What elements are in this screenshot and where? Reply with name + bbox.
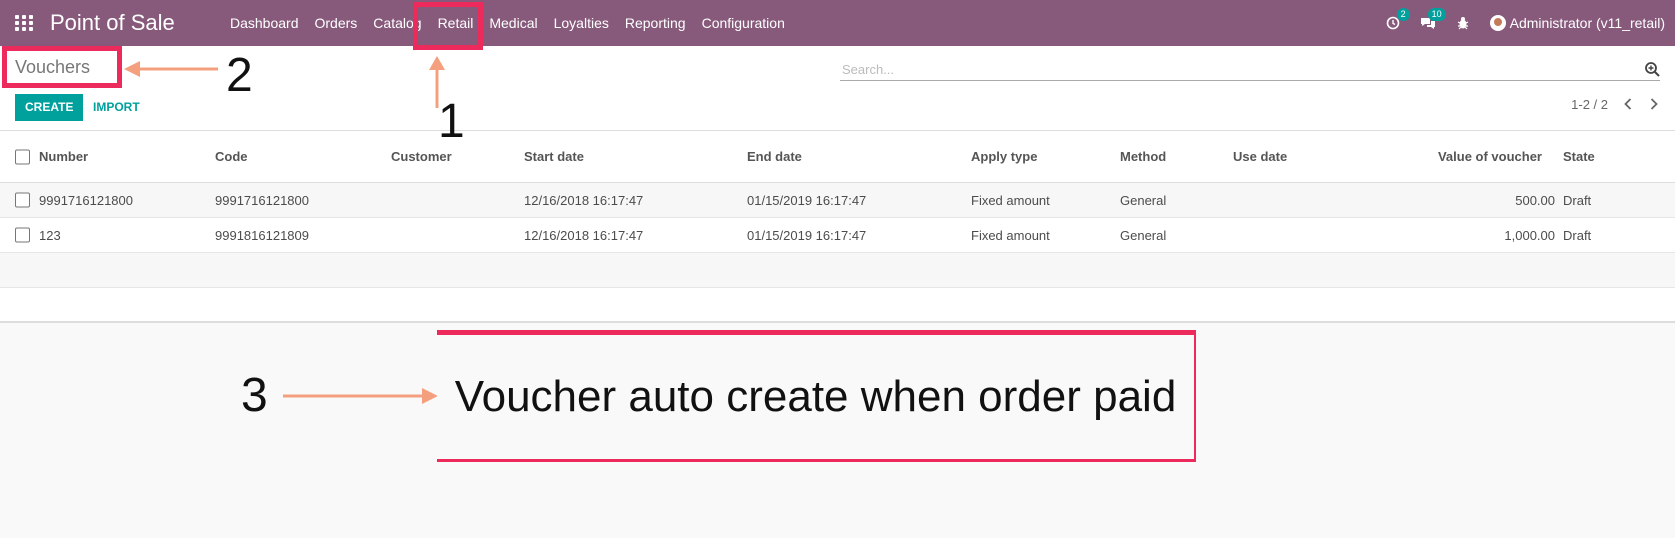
cell-apply-type: Fixed amount [971, 227, 1050, 243]
avatar [1489, 15, 1506, 31]
search-input[interactable] [840, 58, 1624, 80]
import-button[interactable]: IMPORT [84, 94, 149, 121]
col-number[interactable]: Number [39, 131, 88, 182]
cell-end-date: 01/15/2019 16:17:47 [747, 192, 867, 208]
chevron-right-icon [1650, 98, 1658, 110]
menu-dashboard[interactable]: Dashboard [222, 0, 307, 46]
col-code[interactable]: Code [215, 131, 248, 182]
bug-icon [1457, 17, 1468, 30]
vouchers-table: Number Code Customer Start date End date… [0, 131, 1675, 323]
messages-button[interactable]: 10 [1420, 8, 1446, 30]
menu-loyalties[interactable]: Loyalties [546, 0, 617, 46]
menu-configuration[interactable]: Configuration [694, 0, 793, 46]
col-start-date[interactable]: Start date [524, 131, 584, 182]
cell-code: 9991816121809 [215, 227, 309, 243]
col-apply-type[interactable]: Apply type [971, 131, 1037, 182]
table-row[interactable]: 9991716121800 9991716121800 12/16/2018 1… [0, 183, 1675, 218]
row-checkbox[interactable] [15, 192, 30, 208]
select-all-checkbox[interactable] [15, 149, 30, 164]
activity-button[interactable]: 2 [1386, 8, 1410, 30]
chevron-left-icon [1624, 98, 1632, 110]
pager-next-button[interactable] [1648, 96, 1660, 112]
search-icon[interactable] [1644, 61, 1660, 77]
annotation-number-1: 1 [438, 95, 465, 148]
create-button[interactable]: CREATE [15, 94, 84, 121]
col-use-date[interactable]: Use date [1233, 131, 1287, 182]
menu-reporting[interactable]: Reporting [617, 0, 694, 46]
empty-row [0, 288, 1675, 323]
apps-menu-icon[interactable] [15, 15, 33, 31]
messages-count-badge: 10 [1427, 8, 1446, 21]
cell-state: Draft [1563, 192, 1592, 208]
col-state[interactable]: State [1563, 131, 1595, 182]
annotation-retail-highlight [413, 2, 483, 50]
cell-number: 123 [39, 227, 61, 243]
col-value[interactable]: Value of voucher [1380, 131, 1542, 182]
systray: 2 10 Administrator (v11_retail) [1366, 0, 1665, 46]
cell-end-date: 01/15/2019 16:17:47 [747, 227, 867, 243]
annotation-vouchers-highlight [2, 46, 122, 88]
user-menu[interactable]: Administrator (v11_retail) [1489, 15, 1665, 31]
cell-start-date: 12/16/2018 16:17:47 [524, 192, 644, 208]
cell-number: 9991716121800 [39, 192, 133, 208]
cell-code: 9991716121800 [215, 192, 309, 208]
pager-previous-button[interactable] [1622, 96, 1634, 112]
top-navbar: Point of Sale Dashboard Orders Catalog R… [0, 0, 1675, 46]
cell-state: Draft [1563, 227, 1592, 243]
search-box [840, 58, 1660, 81]
col-end-date[interactable]: End date [747, 131, 802, 182]
table-header: Number Code Customer Start date End date… [0, 131, 1675, 183]
annotation-number-3: 3 [241, 369, 268, 422]
menu-orders[interactable]: Orders [307, 0, 366, 46]
debug-button[interactable] [1456, 16, 1470, 30]
cell-apply-type: Fixed amount [971, 192, 1050, 208]
cell-method: General [1120, 192, 1167, 208]
cell-start-date: 12/16/2018 16:17:47 [524, 227, 644, 243]
app-title: Point of Sale [50, 10, 175, 35]
cell-value: 1,000.00 [1504, 227, 1555, 243]
annotation-note: Voucher auto create when order paid [437, 335, 1194, 459]
annotation-number-2: 2 [226, 49, 253, 102]
pager: 1-2 / 2 [1571, 96, 1660, 112]
col-method[interactable]: Method [1120, 131, 1166, 182]
row-checkbox[interactable] [15, 227, 30, 243]
user-name: Administrator (v11_retail) [1509, 15, 1665, 31]
arrow-3 [283, 388, 438, 404]
empty-row [0, 253, 1675, 288]
menu-medical[interactable]: Medical [481, 0, 545, 46]
cell-value: 500.00 [1515, 192, 1555, 208]
cell-method: General [1120, 227, 1167, 243]
main-menu: Dashboard Orders Catalog Retail Medical … [222, 0, 793, 46]
pager-value[interactable]: 1-2 / 2 [1571, 97, 1608, 112]
table-row[interactable]: 123 9991816121809 12/16/2018 16:17:47 01… [0, 218, 1675, 253]
activity-count-badge: 2 [1396, 8, 1410, 21]
